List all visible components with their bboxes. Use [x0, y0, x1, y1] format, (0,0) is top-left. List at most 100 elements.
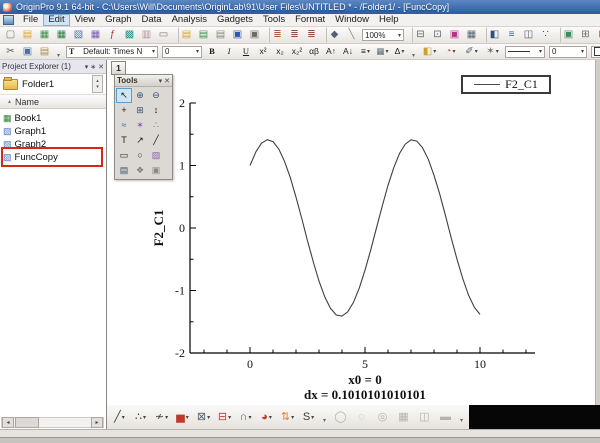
tool-button[interactable]: ⊕ — [132, 88, 148, 103]
toolbar-icon[interactable]: ▣ — [446, 27, 463, 43]
tool-button[interactable]: ↗ — [132, 133, 148, 148]
panel-menu-icon[interactable]: ▾ — [85, 63, 89, 71]
tool-button[interactable]: ▭ — [116, 148, 132, 163]
tool-button[interactable]: ⊞ — [132, 103, 148, 118]
tool-button[interactable]: ∴ — [148, 118, 164, 133]
project-item-row[interactable]: ▧ Graph2 — [0, 138, 106, 151]
format-button[interactable]: ≡ ▾ — [357, 44, 374, 60]
toolbar-icon[interactable]: ▣ — [246, 27, 263, 43]
menu-item[interactable]: Edit — [43, 14, 70, 26]
tool-button[interactable]: ▤ — [116, 163, 132, 178]
toolbar-icon[interactable]: ◆ — [326, 27, 343, 43]
child-window-icon[interactable] — [3, 15, 14, 25]
tool-button[interactable]: ○ — [132, 148, 148, 163]
tool-button[interactable]: ❖ — [132, 163, 148, 178]
pin-icon[interactable]: ∗ — [90, 63, 96, 71]
toolbar-icon[interactable]: ƒ — [104, 27, 121, 43]
scroll-right-icon[interactable]: ▸ — [91, 417, 103, 428]
line-style-select[interactable]: ▾ — [505, 45, 545, 58]
menu-item[interactable]: Graph — [100, 14, 136, 26]
pe-horizontal-scrollbar[interactable]: ◂ ▸ — [1, 417, 104, 428]
toolbar-icon[interactable]: ▦ — [53, 27, 70, 43]
format-button[interactable]: B — [204, 44, 221, 60]
plot-type-button[interactable]: ⊠ ▾ — [193, 408, 214, 427]
format-button[interactable]: I — [221, 44, 238, 60]
toolbar-icon[interactable]: ∵ — [537, 27, 554, 43]
toolbar-icon[interactable]: ▧ — [70, 27, 87, 43]
toolbar-icon[interactable]: ✂ — [2, 44, 19, 60]
tool-button[interactable]: ⊖ — [148, 88, 164, 103]
zoom-level-select[interactable]: 100% ▾ — [362, 29, 404, 41]
tool-button[interactable]: ↕ — [148, 103, 164, 118]
plot-type-button[interactable]: ∴ ▾ — [130, 408, 151, 427]
toolbar-icon[interactable]: ⊟ — [412, 27, 429, 43]
toolbar-icon[interactable]: ▤ — [212, 27, 229, 43]
tool-button[interactable]: + — [116, 103, 132, 118]
style-button[interactable]: ◔ ▾ — [440, 44, 461, 60]
plot-type-button[interactable]: ◕ ▾ — [256, 408, 277, 427]
toolbar-icon[interactable]: ▤ — [178, 27, 195, 43]
menu-item[interactable]: File — [18, 14, 43, 26]
toolbar-icon[interactable]: ▣ — [19, 44, 36, 60]
project-item-row[interactable]: ▦ Book1 — [0, 112, 106, 125]
legend[interactable]: F2_C1 — [461, 75, 551, 94]
format-button[interactable]: x₂ — [272, 44, 289, 60]
toolbar-overflow-icon[interactable]: ▾ — [458, 410, 465, 424]
format-button[interactable]: A↑ — [323, 44, 340, 60]
palette-menu-icon[interactable]: ▾ — [159, 77, 163, 85]
folder-tree-item[interactable]: Folder1 ▴ ▾ — [0, 74, 106, 95]
format-button[interactable]: x² — [255, 44, 272, 60]
tool-button[interactable]: ≈ — [116, 118, 132, 133]
toolbar-icon[interactable]: ◫ — [520, 27, 537, 43]
toolbar-icon[interactable]: ▩ — [121, 27, 138, 43]
toolbar-icon[interactable]: ≣ — [303, 27, 320, 43]
toolbar-icon[interactable]: ⊞ — [594, 27, 600, 43]
tool-button[interactable]: ↖ — [116, 88, 132, 103]
tools-palette-titlebar[interactable]: Tools ▾ ✕ — [115, 75, 172, 87]
folder-spinner[interactable]: ▴ ▾ — [92, 75, 103, 93]
toolbar-icon[interactable]: ◧ — [486, 27, 503, 43]
toolbar-icon[interactable]: ≣ — [286, 27, 303, 43]
project-item-row[interactable]: ▧ Graph1 — [0, 125, 106, 138]
toolbar-icon[interactable]: ⊡ — [429, 27, 446, 43]
plot-type-button[interactable]: ∩ ▾ — [235, 408, 256, 427]
menu-item[interactable]: Gadgets — [212, 14, 258, 26]
toolbar-icon[interactable]: ╲ — [343, 27, 360, 43]
toolbar-icon[interactable]: ▦ — [36, 27, 53, 43]
toolbar-icon[interactable]: ▢ — [2, 27, 19, 43]
tool-button[interactable]: ╱ — [148, 133, 164, 148]
toolbar-icon[interactable]: ▭ — [155, 27, 172, 43]
tool-button[interactable]: ▣ — [148, 163, 164, 178]
plot-type-button[interactable]: ╱ ▾ — [109, 408, 130, 427]
plot-type-button[interactable]: ⊟ ▾ — [214, 408, 235, 427]
style-button[interactable]: ◧ ▾ — [419, 44, 440, 60]
toolbar-overflow-icon[interactable]: ▾ — [321, 410, 328, 424]
tool-button[interactable]: ▨ — [148, 148, 164, 163]
format-button[interactable]: x₂² — [289, 44, 306, 60]
plot-type-button[interactable]: ≁ ▾ — [151, 408, 172, 427]
menu-item[interactable]: Help — [374, 14, 404, 26]
toolbar-icon[interactable]: ▣ — [229, 27, 246, 43]
name-column-header[interactable]: ▴ Name — [0, 95, 106, 109]
toolbar-overflow-icon[interactable]: ▾ — [55, 45, 62, 59]
format-button[interactable]: A↓ — [340, 44, 357, 60]
toolbar-icon[interactable]: ▤ — [19, 27, 36, 43]
toolbar-icon[interactable]: ▤ — [36, 44, 53, 60]
toolbar-icon[interactable]: ≣ — [269, 27, 286, 43]
format-button[interactable]: Δ ▾ — [391, 44, 408, 60]
toolbar-icon[interactable]: ▥ — [138, 27, 155, 43]
plot-area[interactable]: 210-1-20 5 10F2_C1x0 = 0dx = 0.10101010101… — [107, 60, 595, 405]
tool-button[interactable]: ✶ — [132, 118, 148, 133]
toolbar-icon[interactable]: ⊞ — [577, 27, 594, 43]
toolbar-icon[interactable]: ▤ — [195, 27, 212, 43]
project-item-row[interactable]: ▧ FuncCopy — [0, 151, 106, 164]
line-width-select[interactable]: 0 ▾ — [549, 45, 587, 58]
format-button[interactable]: αβ — [306, 44, 323, 60]
menu-item[interactable]: Format — [290, 14, 330, 26]
style-button[interactable]: ✶ ▾ — [482, 44, 503, 60]
scroll-left-icon[interactable]: ◂ — [2, 417, 14, 428]
tool-button[interactable]: T — [116, 133, 132, 148]
font-size-select[interactable]: 0 ▾ — [162, 45, 202, 58]
plot-type-button[interactable]: S ▾ — [298, 408, 319, 427]
menu-item[interactable]: Data — [137, 14, 167, 26]
